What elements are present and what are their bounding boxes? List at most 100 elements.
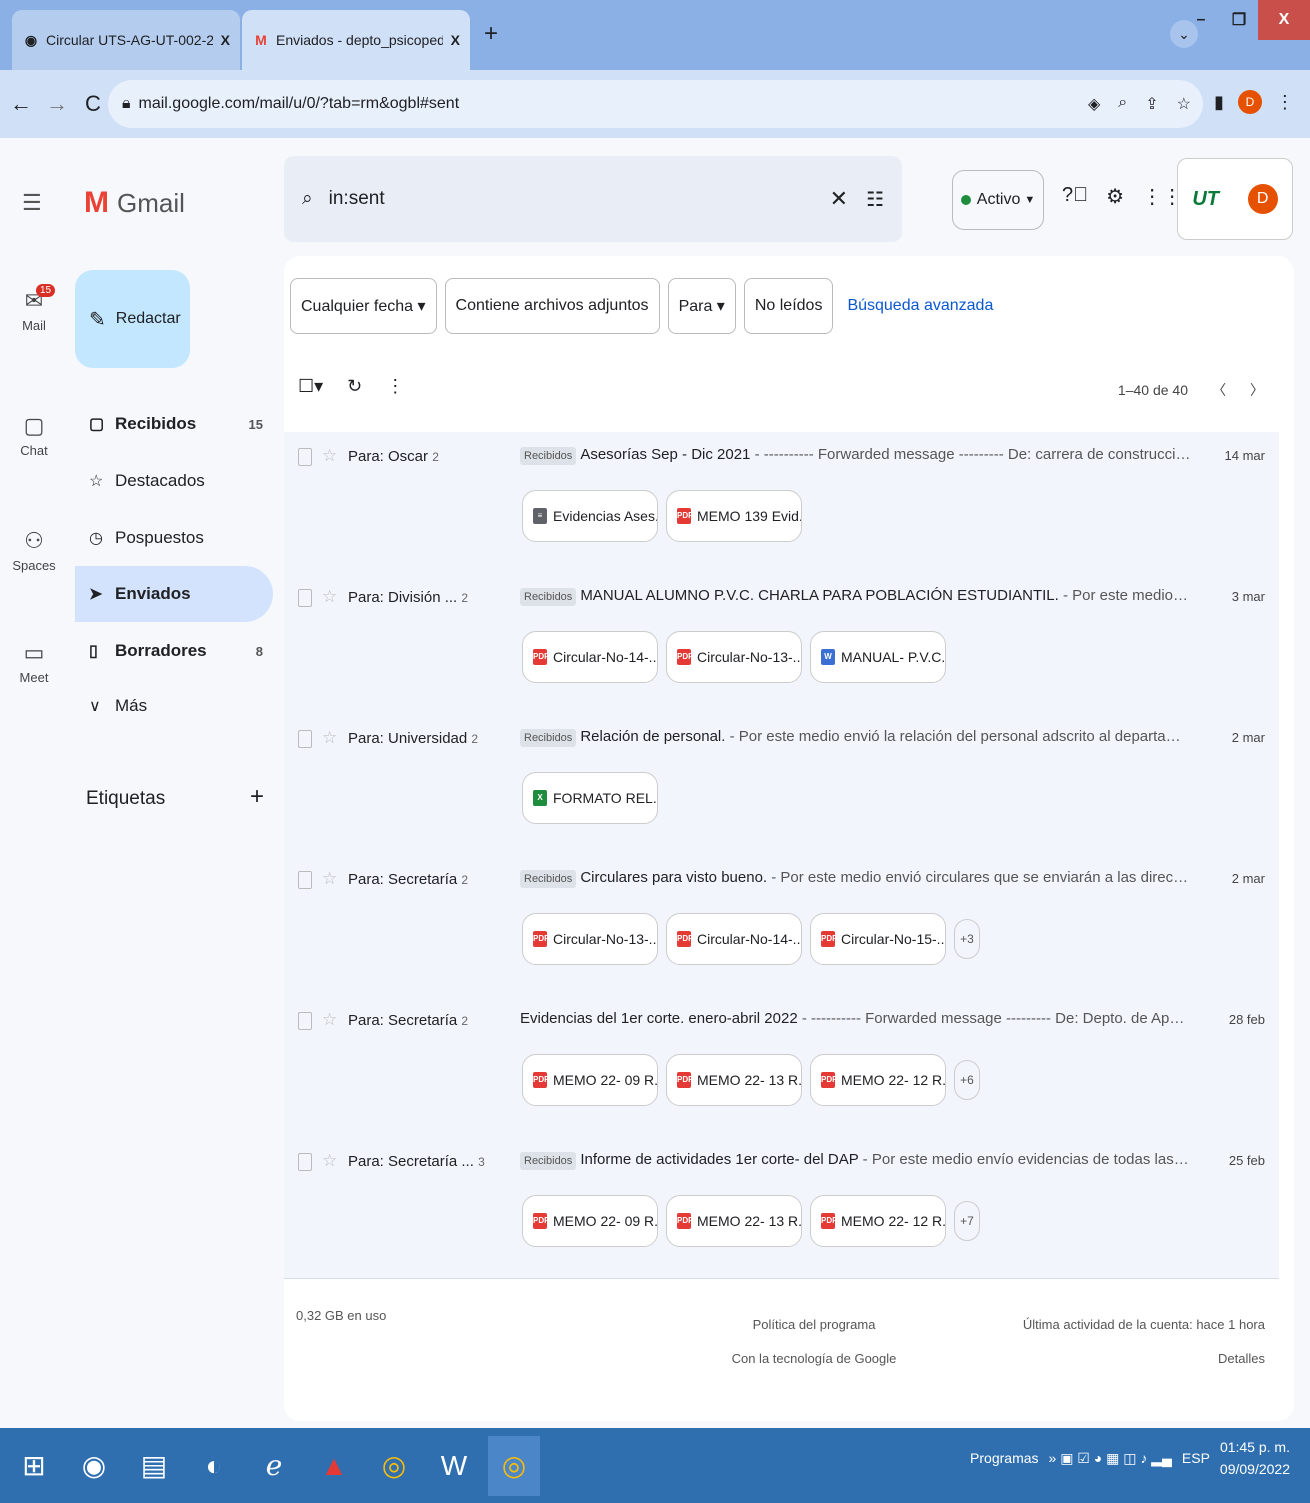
- gmail-logo[interactable]: M Gmail: [84, 186, 185, 220]
- attachment-chip[interactable]: PDF Circular-No-13-...: [522, 913, 658, 965]
- more-actions-icon[interactable]: ⋮: [386, 376, 404, 397]
- search-icon[interactable]: ⌕: [302, 188, 313, 210]
- star-icon[interactable]: ☆: [322, 1010, 337, 1030]
- attachment-chip[interactable]: PDF MEMO 22- 09 R...: [522, 1195, 658, 1247]
- refresh-icon[interactable]: ↻: [347, 376, 362, 397]
- label-tag[interactable]: Recibidos: [520, 729, 577, 747]
- help-icon[interactable]: ?⃝: [1062, 184, 1088, 209]
- language-indicator[interactable]: ESP: [1182, 1450, 1210, 1466]
- attachment-chip[interactable]: W MANUAL- P.V.C....: [810, 631, 946, 683]
- rail-spaces[interactable]: ⚇ Spaces: [0, 528, 68, 573]
- label-tag[interactable]: Recibidos: [520, 1152, 577, 1170]
- rail-mail[interactable]: ✉ 15 Mail: [0, 284, 68, 333]
- details-link[interactable]: Detalles: [1023, 1342, 1265, 1376]
- label-tag[interactable]: Recibidos: [520, 447, 577, 465]
- programs-label[interactable]: Programas: [970, 1450, 1038, 1466]
- attachment-chip[interactable]: PDF MEMO 22- 09 R...: [522, 1054, 658, 1106]
- bookmark-star-icon[interactable]: ☆: [1177, 94, 1191, 114]
- back-icon[interactable]: ←: [6, 91, 36, 117]
- rail-meet[interactable]: ▭ Meet: [0, 640, 68, 685]
- sidebar-item-borradores[interactable]: ▯ Borradores 8: [75, 623, 273, 679]
- forward-icon[interactable]: →: [42, 91, 72, 117]
- compose-button[interactable]: ✎ Redactar: [75, 270, 190, 368]
- edge-icon[interactable]: ◐: [188, 1436, 240, 1496]
- attachment-chip[interactable]: PDF MEMO 22- 12 R...: [810, 1195, 946, 1247]
- rail-chat[interactable]: ▢ Chat: [0, 413, 68, 458]
- filter-unread-chip[interactable]: No leídos: [743, 278, 834, 334]
- row-checkbox[interactable]: [298, 448, 312, 466]
- side-panel-icon[interactable]: ▮: [1214, 92, 1224, 113]
- row-checkbox[interactable]: [298, 1153, 312, 1171]
- minimize-icon[interactable]: –: [1182, 0, 1220, 40]
- select-all-checkbox[interactable]: ☐▾: [298, 376, 323, 397]
- app-icon-camera[interactable]: ◉: [68, 1436, 120, 1496]
- sidebar-item-pospuestos[interactable]: ◷ Pospuestos: [75, 510, 273, 566]
- window-close-icon[interactable]: X: [1258, 0, 1310, 40]
- email-row[interactable]: ☆ Para: División ... 2 Recibidos MANUAL ALU…: [284, 573, 1279, 715]
- chrome-active-icon[interactable]: ◎: [488, 1435, 540, 1496]
- tray-icons[interactable]: » ▣ ☑ ◕ ▦ ◫ ♪ ▂▄: [1049, 1450, 1172, 1467]
- zoom-icon[interactable]: ⌕: [1118, 94, 1127, 114]
- email-row[interactable]: ☆ Para: Secretaría 2 Evidencias del 1er co…: [284, 996, 1279, 1138]
- attachment-chip[interactable]: PDF Circular-No-14-...: [522, 631, 658, 683]
- clock[interactable]: 01:45 p. m. 09/09/2022: [1220, 1436, 1290, 1480]
- ie-icon[interactable]: ℯ: [248, 1436, 300, 1496]
- email-row[interactable]: ☆ Para: Oscar 2 Recibidos Asesorías Sep - D…: [284, 432, 1279, 574]
- filter-date-chip[interactable]: Cualquier fecha ▾: [290, 278, 437, 334]
- new-tab-button[interactable]: +: [478, 22, 504, 48]
- settings-icon[interactable]: ⚙: [1106, 184, 1124, 209]
- attachment-chip[interactable]: PDF MEMO 22- 13 R...: [666, 1195, 802, 1247]
- browser-menu-icon[interactable]: ⋮: [1276, 92, 1294, 113]
- row-checkbox[interactable]: [298, 871, 312, 889]
- row-checkbox[interactable]: [298, 730, 312, 748]
- attachment-chip[interactable]: PDF MEMO 139 Evid...: [666, 490, 802, 542]
- start-button[interactable]: ⊞: [8, 1436, 60, 1496]
- label-tag[interactable]: Recibidos: [520, 588, 577, 606]
- browser-tab-circular[interactable]: ◉ Circular UTS-AG-UT-002-2022 ab X: [12, 10, 240, 70]
- prev-page-icon[interactable]: 〈: [1212, 380, 1226, 400]
- more-attachments-badge[interactable]: +7: [954, 1201, 980, 1241]
- status-dropdown[interactable]: Activo ▼: [952, 170, 1044, 230]
- share-icon[interactable]: ⇪: [1145, 94, 1158, 114]
- close-tab-icon[interactable]: X: [451, 32, 460, 48]
- acrobat-icon[interactable]: ▲: [308, 1436, 360, 1496]
- more-attachments-badge[interactable]: +3: [954, 919, 980, 959]
- advanced-search-link[interactable]: Búsqueda avanzada: [847, 297, 993, 315]
- url-bar[interactable]: 🔒︎ mail.google.com/mail/u/0/?tab=rm&ogbl…: [108, 80, 1203, 128]
- attachment-chip[interactable]: X FORMATO REL...: [522, 772, 658, 824]
- account-switcher[interactable]: UT D: [1177, 158, 1293, 240]
- filter-to-chip[interactable]: Para ▾: [667, 278, 736, 334]
- account-avatar[interactable]: D: [1247, 184, 1278, 214]
- attachment-chip[interactable]: PDF MEMO 22- 12 R...: [810, 1054, 946, 1106]
- row-checkbox[interactable]: [298, 1012, 312, 1030]
- add-label-icon[interactable]: +: [250, 783, 264, 811]
- star-icon[interactable]: ☆: [322, 587, 337, 607]
- word-icon[interactable]: W: [428, 1436, 480, 1496]
- attachment-chip[interactable]: PDF MEMO 22- 13 R...: [666, 1054, 802, 1106]
- sidebar-item-mas[interactable]: ∨ Más: [75, 678, 273, 734]
- more-attachments-badge[interactable]: +6: [954, 1060, 980, 1100]
- close-tab-icon[interactable]: X: [221, 32, 230, 48]
- policy-link[interactable]: Política del programa: [714, 1308, 914, 1342]
- reload-icon[interactable]: C: [78, 91, 108, 117]
- sidebar-item-recibidos[interactable]: ▢ Recibidos 15: [75, 396, 273, 452]
- sidebar-item-enviados[interactable]: ➤ Enviados: [75, 566, 273, 622]
- star-icon[interactable]: ☆: [322, 446, 337, 466]
- url-text[interactable]: mail.google.com/mail/u/0/?tab=rm&ogbl#se…: [139, 95, 460, 113]
- clear-search-icon[interactable]: ✕: [830, 186, 848, 212]
- email-row[interactable]: ☆ Para: Secretaría ... 3 Recibidos Informe …: [284, 1137, 1279, 1279]
- attachment-chip[interactable]: PDF Circular-No-15-...: [810, 913, 946, 965]
- attachment-chip[interactable]: ≡ Evidencias Ases...: [522, 490, 658, 542]
- star-icon[interactable]: ☆: [322, 869, 337, 889]
- maximize-icon[interactable]: ❐: [1220, 0, 1258, 40]
- star-icon[interactable]: ☆: [322, 728, 337, 748]
- email-row[interactable]: ☆ Para: Secretaría 2 Recibidos Circulares p…: [284, 855, 1279, 997]
- row-checkbox[interactable]: [298, 589, 312, 607]
- next-page-icon[interactable]: 〉: [1250, 380, 1264, 400]
- attachment-chip[interactable]: PDF Circular-No-14-...: [666, 913, 802, 965]
- extension-icon[interactable]: ◈: [1088, 94, 1100, 114]
- browser-tab-enviados[interactable]: M Enviados - depto_psicopedagogi X: [242, 10, 470, 70]
- label-tag[interactable]: Recibidos: [520, 870, 577, 888]
- attachment-chip[interactable]: PDF Circular-No-13-...: [666, 631, 802, 683]
- chrome-icon[interactable]: ◎: [368, 1436, 420, 1496]
